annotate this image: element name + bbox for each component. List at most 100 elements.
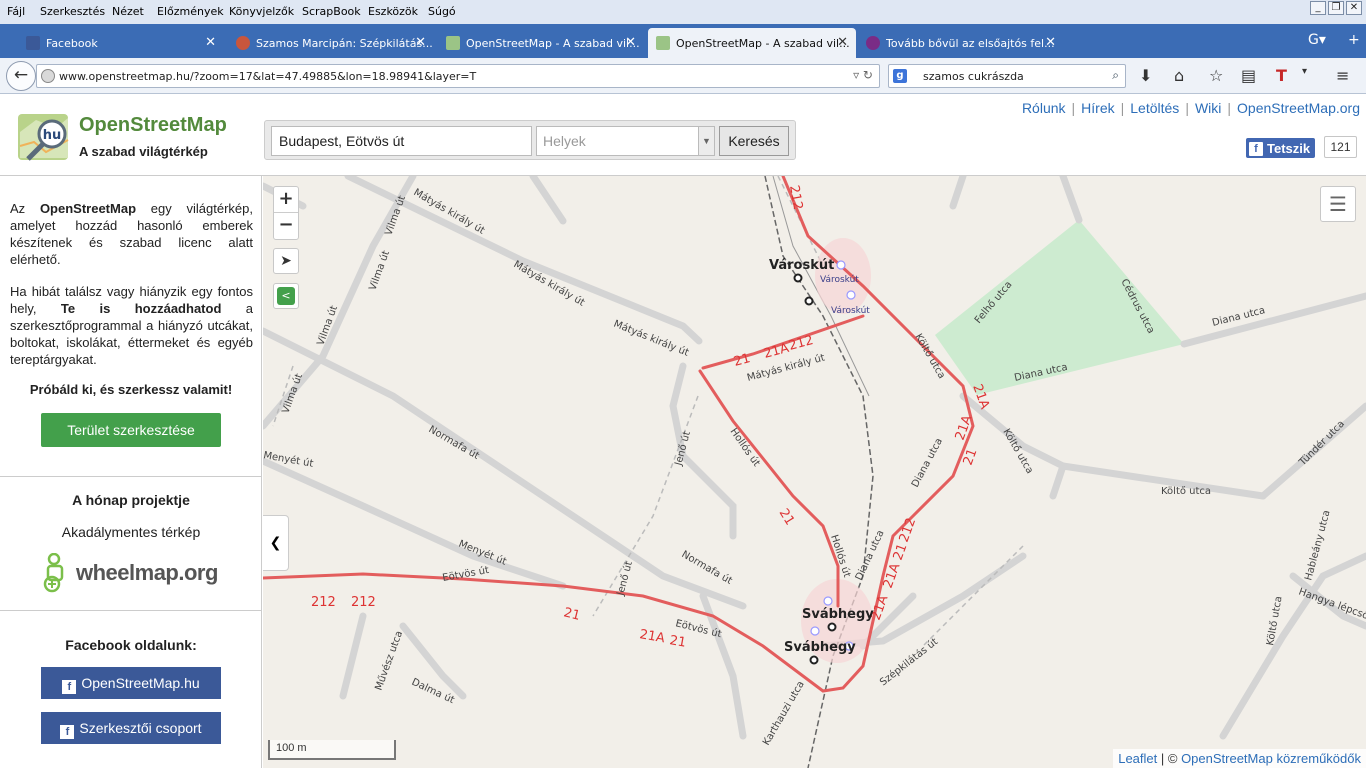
places-select[interactable]: Helyek ▼ — [536, 126, 715, 156]
leaflet-link[interactable]: Leaflet — [1118, 751, 1157, 766]
osm-icon — [446, 36, 460, 50]
link-news[interactable]: Hírek — [1081, 100, 1114, 116]
share-button[interactable]: < — [273, 283, 299, 309]
wheelmap-link[interactable]: wheelmap.org — [42, 553, 218, 593]
close-window-button[interactable]: ✕ — [1346, 1, 1362, 15]
bookmark-star-icon[interactable]: ☆ — [1209, 66, 1223, 85]
try-it-heading: Próbáld ki, és szerkessz valamit! — [29, 382, 233, 397]
browser-search-value: szamos cukrászda — [923, 70, 1024, 83]
facebook-like-button[interactable]: f Tetszik — [1246, 138, 1316, 158]
osm-logo-icon[interactable]: hu — [16, 112, 72, 162]
stop-marker-small — [823, 596, 833, 606]
divider — [0, 476, 262, 477]
search-input[interactable]: Budapest, Eötvös út — [271, 126, 532, 156]
chevron-left-icon: ❮ — [269, 535, 282, 551]
layers-icon: ☰ — [1329, 192, 1347, 216]
menu-scrapbook[interactable]: ScrapBook — [302, 5, 361, 18]
places-placeholder: Helyek — [543, 133, 586, 149]
share-icon: < — [277, 287, 295, 305]
menu-file[interactable]: Fájl — [7, 5, 25, 18]
close-tab-icon[interactable]: ✕ — [837, 35, 848, 50]
route-label: 21 — [562, 605, 582, 624]
szamos-icon — [236, 36, 250, 50]
route-label: 21 — [668, 633, 687, 651]
stop-label-svabhegy: Svábhegy — [802, 607, 874, 622]
tab-facebook[interactable]: Facebook ✕ — [18, 28, 224, 58]
google-plus-icon[interactable]: G▾ — [1308, 32, 1326, 48]
link-osm-org[interactable]: OpenStreetMap.org — [1237, 100, 1360, 116]
sidebar: Az OpenStreetMap egy világtérkép, amelye… — [0, 176, 262, 768]
close-tab-icon[interactable]: ✕ — [205, 35, 216, 50]
menu-help[interactable]: Súgó — [428, 5, 456, 18]
url-bar[interactable]: www.openstreetmap.hu/?zoom=17&lat=47.498… — [36, 64, 880, 88]
home-icon[interactable]: ⌂ — [1174, 66, 1184, 85]
zoom-out-button[interactable]: − — [274, 213, 298, 239]
close-tab-icon[interactable]: ✕ — [1045, 35, 1056, 50]
hamburger-menu-icon[interactable]: ≡ — [1336, 66, 1349, 85]
chevron-down-icon[interactable]: ▾ — [1302, 66, 1307, 77]
street-label-hollos: Hollós út — [828, 533, 853, 579]
project-heading: A hónap projektje — [72, 492, 190, 508]
map-view[interactable]: Mátyás király út Mátyás király út Mátyás… — [263, 176, 1366, 768]
site-title[interactable]: OpenStreetMap — [79, 114, 227, 137]
stop-label-varoskut: Városkút — [769, 258, 834, 273]
search-button[interactable]: Keresés — [719, 126, 789, 156]
locate-button[interactable]: ➤ — [273, 248, 299, 274]
menu-edit[interactable]: Szerkesztés — [40, 5, 105, 18]
restore-button[interactable]: ❐ — [1328, 1, 1344, 15]
zoom-in-button[interactable]: + — [274, 187, 298, 213]
sidebar-collapse-button[interactable]: ❮ — [263, 515, 289, 571]
link-download[interactable]: Letöltés — [1130, 100, 1179, 116]
stop-marker — [793, 273, 803, 283]
new-tab-icon[interactable]: + — [1348, 32, 1360, 48]
stop-marker-small — [846, 290, 856, 300]
close-tab-icon[interactable]: ✕ — [415, 35, 426, 50]
tab-osm-1[interactable]: OpenStreetMap - A szabad vil... ✕ — [438, 28, 644, 58]
link-wiki[interactable]: Wiki — [1195, 100, 1221, 116]
wheelmap-label: wheelmap.org — [76, 560, 218, 585]
window-controls: _ ❐ ✕ — [1310, 1, 1362, 15]
layers-button[interactable]: ☰ — [1320, 186, 1356, 222]
logo-badge: hu — [43, 128, 62, 143]
intro-paragraph: Az OpenStreetMap egy világtérkép, amelye… — [10, 201, 253, 267]
divider — [0, 610, 262, 611]
tab-generic[interactable]: Tovább bővül az elsőajtós fel... ✕ — [858, 28, 1064, 58]
route-label: 21A — [762, 341, 791, 362]
menu-history[interactable]: Előzmények — [157, 5, 224, 18]
stop-marker-small — [836, 260, 846, 270]
generic-page-icon — [866, 36, 880, 50]
map-canvas[interactable]: Mátyás király út Mátyás király út Mátyás… — [263, 176, 1366, 768]
street-label-kolto: Költő utca — [1161, 485, 1211, 497]
fb-group-button[interactable]: f Szerkesztői csoport — [41, 712, 221, 744]
route-label: 21 — [776, 506, 797, 528]
reading-list-icon[interactable]: ▤ — [1241, 66, 1256, 85]
browser-search-bar[interactable]: g szamos cukrászda ⌕ — [888, 64, 1126, 88]
fb-page-button[interactable]: f OpenStreetMap.hu — [41, 667, 221, 699]
top-nav-links: Rólunk | Hírek | Letöltés | Wiki | OpenStreetMap… — [1021, 100, 1360, 116]
fb-page-label: OpenStreetMap.hu — [81, 675, 200, 691]
menu-bookmarks[interactable]: Könyvjelzők — [229, 5, 294, 18]
search-icon[interactable]: ⌕ — [1112, 68, 1119, 83]
tab-osm-active[interactable]: OpenStreetMap - A szabad vil... ✕ — [648, 28, 856, 58]
back-button[interactable]: ← — [6, 61, 36, 91]
tab-label: Szamos Marcipán: Szépkilátás... — [256, 36, 433, 50]
map-scale: 100 m — [268, 740, 396, 760]
edit-area-button[interactable]: Terület szerkesztése — [41, 413, 221, 447]
stop-marker-small — [810, 626, 820, 636]
tab-szamos[interactable]: Szamos Marcipán: Szépkilátás... ✕ — [228, 28, 434, 58]
reload-icon[interactable]: ▿ ↻ — [853, 68, 873, 82]
minimize-button[interactable]: _ — [1310, 1, 1326, 15]
google-icon[interactable]: g — [893, 69, 907, 83]
osm-contributors-link[interactable]: OpenStreetMap közreműködők — [1181, 751, 1361, 766]
menu-tools[interactable]: Eszközök — [368, 5, 418, 18]
translate-t-icon[interactable]: T — [1276, 66, 1287, 85]
street-label-szepkilatas: Szépkilátás út — [877, 636, 940, 689]
browser-navbar: ← www.openstreetmap.hu/?zoom=17&lat=47.4… — [0, 58, 1366, 94]
chevron-down-icon[interactable]: ▼ — [698, 127, 714, 155]
download-icon[interactable]: ⬇ — [1139, 66, 1152, 85]
globe-icon — [41, 69, 55, 83]
street-label-tunder: Tündér utca — [1296, 418, 1347, 469]
link-about[interactable]: Rólunk — [1022, 100, 1066, 116]
close-tab-icon[interactable]: ✕ — [625, 35, 636, 50]
menu-view[interactable]: Nézet — [112, 5, 144, 18]
